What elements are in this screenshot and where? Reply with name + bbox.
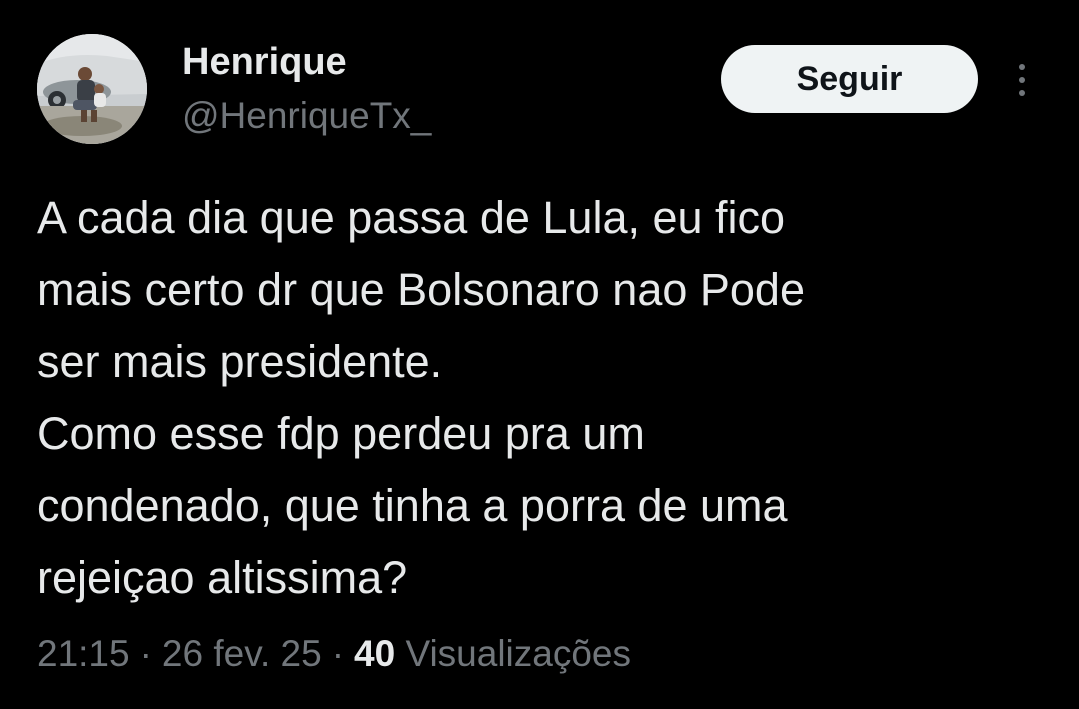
author-handle[interactable]: @HenriqueTx_: [182, 94, 431, 138]
tweet-metadata: 21:15 · 26 fev. 25 · 40 Visualizações: [37, 628, 631, 680]
tweet: Henrique @HenriqueTx_ Seguir A cada dia …: [0, 0, 1079, 709]
tweet-text: A cada dia que passa de Lula, eu fico ma…: [37, 182, 1047, 614]
tweet-text-line: ser mais presidente.: [37, 336, 443, 387]
tweet-time[interactable]: 21:15: [37, 633, 130, 674]
views-label[interactable]: Visualizações: [405, 633, 631, 674]
tweet-text-line: mais certo dr que Bolsonaro nao Pode: [37, 264, 805, 315]
more-dot: [1019, 90, 1025, 96]
more-dot: [1019, 64, 1025, 70]
more-options-icon[interactable]: [1007, 58, 1037, 102]
tweet-text-line: rejeiçao altissima?: [37, 552, 408, 603]
views-count[interactable]: 40: [354, 633, 395, 674]
more-dot: [1019, 77, 1025, 83]
meta-separator: ·: [139, 633, 152, 674]
author-display-name[interactable]: Henrique: [182, 40, 347, 84]
tweet-text-line: A cada dia que passa de Lula, eu fico: [37, 192, 786, 243]
tweet-date[interactable]: 26 fev. 25: [162, 633, 322, 674]
tweet-text-line: Como esse fdp perdeu pra um: [37, 408, 645, 459]
author-avatar[interactable]: [37, 34, 147, 144]
follow-button[interactable]: Seguir: [721, 45, 978, 113]
profile-photo: [37, 34, 147, 144]
tweet-text-line: condenado, que tinha a porra de uma: [37, 480, 788, 531]
meta-separator: ·: [331, 633, 345, 674]
